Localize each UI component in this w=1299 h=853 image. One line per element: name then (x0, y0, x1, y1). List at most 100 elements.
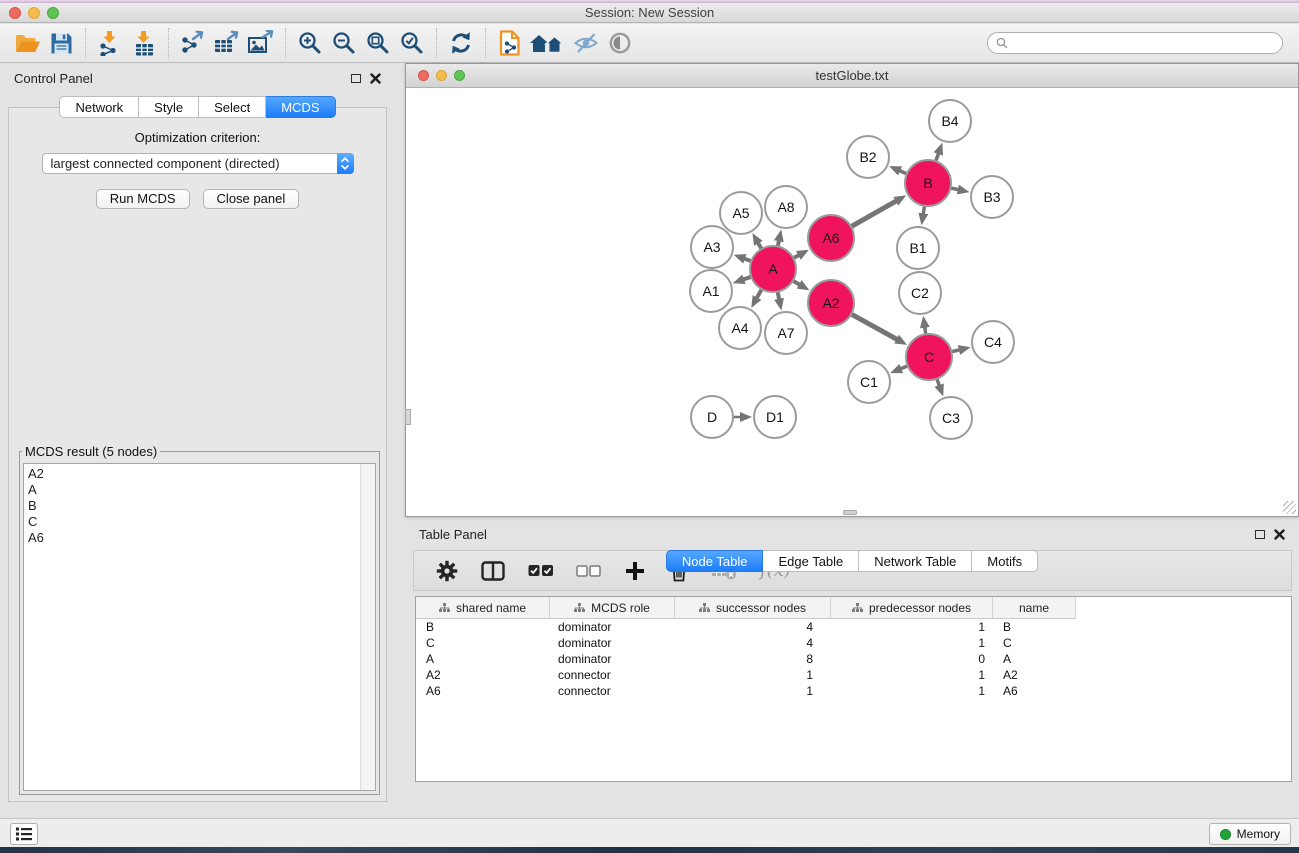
table-tab-motifs[interactable]: Motifs (972, 550, 1038, 572)
import-table-icon[interactable] (127, 27, 161, 59)
network-window-titlebar[interactable]: testGlobe.txt (406, 64, 1298, 88)
mcds-result-title: MCDS result (5 nodes) (22, 444, 160, 459)
node-C2[interactable]: C2 (899, 272, 941, 314)
node-D[interactable]: D (691, 396, 733, 438)
mcds-result-item[interactable]: A6 (28, 530, 360, 546)
node-C1[interactable]: C1 (848, 361, 890, 403)
close-window-button[interactable] (9, 7, 21, 19)
node-A2[interactable]: A2 (808, 280, 854, 326)
minimize-network-window-button[interactable] (436, 70, 447, 81)
mcds-result-item[interactable]: B (28, 498, 360, 514)
edge-C-C1[interactable] (900, 366, 907, 369)
edge-A-A7[interactable] (778, 292, 780, 300)
node-A8[interactable]: A8 (765, 186, 807, 228)
toolbar-search[interactable] (987, 32, 1283, 54)
tab-select[interactable]: Select (199, 96, 266, 118)
export-image-icon[interactable] (244, 27, 278, 59)
refresh-icon[interactable] (444, 27, 478, 59)
float-table-panel-icon[interactable] (1255, 530, 1265, 539)
result-list-scrollbar[interactable] (360, 464, 375, 790)
node-A[interactable]: A (750, 246, 796, 292)
memory-button[interactable]: Memory (1209, 823, 1291, 845)
open-folder-icon[interactable] (10, 27, 44, 59)
node-A1[interactable]: A1 (690, 270, 732, 312)
svg-text:D: D (707, 409, 717, 425)
eye-slash-icon[interactable] (569, 27, 603, 59)
search-input[interactable] (1013, 35, 1274, 51)
zoom-in-icon[interactable] (293, 27, 327, 59)
node-A3[interactable]: A3 (691, 226, 733, 268)
mcds-result-item[interactable]: A2 (28, 466, 360, 482)
edge-A2-C[interactable] (851, 314, 897, 340)
window-resize-grip[interactable] (1283, 501, 1296, 514)
node-B[interactable]: B (905, 160, 951, 206)
svg-text:A1: A1 (702, 283, 719, 299)
close-table-panel-icon[interactable] (1274, 529, 1285, 540)
panel-list-button[interactable] (10, 823, 38, 845)
svg-text:B3: B3 (983, 189, 1000, 205)
close-network-window-button[interactable] (418, 70, 429, 81)
zoom-selected-icon[interactable] (395, 27, 429, 59)
edge-C-C2[interactable] (925, 327, 926, 335)
tool-palette-grip[interactable] (405, 409, 411, 425)
mcds-result-item[interactable]: A (28, 482, 360, 498)
node-A6[interactable]: A6 (808, 215, 854, 261)
node-C3[interactable]: C3 (930, 397, 972, 439)
import-network-icon[interactable] (93, 27, 127, 59)
node-A5[interactable]: A5 (720, 192, 762, 234)
export-network-icon[interactable] (176, 27, 210, 59)
table-tab-node-table[interactable]: Node Table (666, 550, 764, 572)
edge-A6-B[interactable] (851, 201, 897, 227)
node-A7[interactable]: A7 (765, 312, 807, 354)
tab-mcds[interactable]: MCDS (266, 96, 335, 118)
edge-A-A5[interactable] (758, 243, 762, 250)
minimize-window-button[interactable] (28, 7, 40, 19)
table-panel-tabs: Node TableEdge TableNetwork TableMotifs (405, 550, 1299, 810)
canvas-bottom-grip[interactable] (843, 510, 857, 515)
node-C4[interactable]: C4 (972, 321, 1014, 363)
edge-B-B2[interactable] (899, 171, 907, 174)
zoom-out-icon[interactable] (327, 27, 361, 59)
edge-A-A3[interactable] (744, 259, 751, 262)
export-table-icon[interactable] (210, 27, 244, 59)
edge-A-A4[interactable] (757, 289, 762, 298)
list-icon (16, 827, 32, 841)
eye-icon[interactable] (603, 27, 637, 59)
tab-style[interactable]: Style (139, 96, 199, 118)
criterion-dropdown[interactable]: largest connected component (directed) (42, 153, 354, 174)
table-tab-edge-table[interactable]: Edge Table (763, 550, 859, 572)
tab-network[interactable]: Network (59, 96, 139, 118)
svg-text:A6: A6 (822, 230, 839, 246)
node-C[interactable]: C (906, 334, 952, 380)
node-A4[interactable]: A4 (719, 307, 761, 349)
node-B4[interactable]: B4 (929, 100, 971, 142)
maximize-window-button[interactable] (47, 7, 59, 19)
node-B2[interactable]: B2 (847, 136, 889, 178)
node-B1[interactable]: B1 (897, 227, 939, 269)
edge-B-B3[interactable] (950, 188, 958, 190)
edge-C-C4[interactable] (951, 350, 960, 352)
maximize-network-window-button[interactable] (454, 70, 465, 81)
table-tab-network-table[interactable]: Network Table (859, 550, 972, 572)
mcds-result-item[interactable]: C (28, 514, 360, 530)
two-houses-icon[interactable] (527, 27, 569, 59)
edge-A-A1[interactable] (743, 277, 751, 280)
edge-B-B4[interactable] (936, 153, 939, 161)
node-D1[interactable]: D1 (754, 396, 796, 438)
mcds-result-list[interactable]: A2ABCA6 (24, 464, 360, 790)
edge-B-B1[interactable] (923, 206, 924, 215)
edge-C-C3[interactable] (937, 379, 940, 386)
zoom-fit-icon[interactable] (361, 27, 395, 59)
save-icon[interactable] (44, 27, 78, 59)
close-panel-button[interactable]: Close panel (203, 189, 300, 209)
network-document-icon[interactable] (493, 27, 527, 59)
status-bar: Memory (0, 818, 1299, 847)
run-mcds-button[interactable]: Run MCDS (96, 189, 190, 209)
optimization-criterion-label: Optimization criterion: (9, 130, 386, 145)
edge-A-A2[interactable] (793, 281, 800, 285)
float-panel-icon[interactable] (351, 74, 361, 83)
close-panel-icon[interactable] (370, 73, 381, 84)
network-canvas[interactable]: B4 B2 B B3 A5A8 A6 B1 A3 A C2 A1 A2 A4A7 C4 C C1 D D1 C3 (406, 89, 1298, 516)
edge-A-A6[interactable] (793, 255, 799, 258)
node-B3[interactable]: B3 (971, 176, 1013, 218)
